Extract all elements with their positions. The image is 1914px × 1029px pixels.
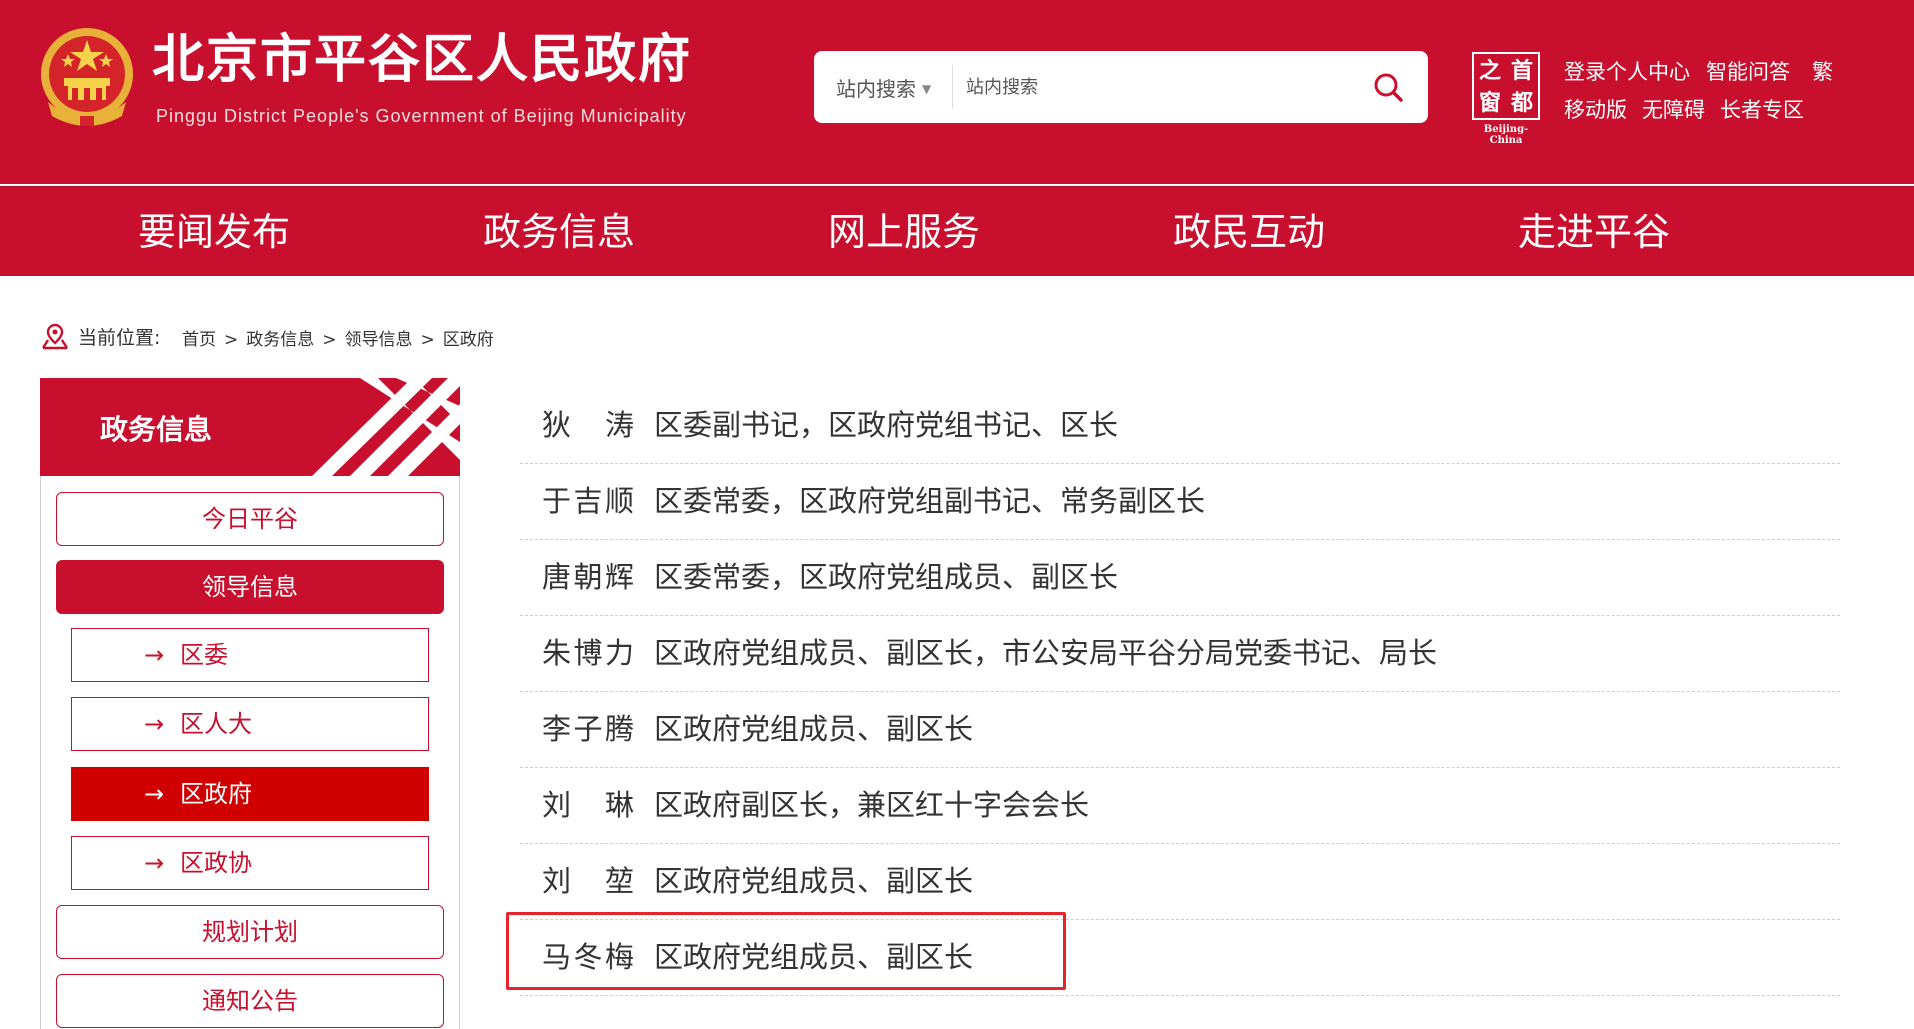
leader-row[interactable]: 刘堃 区政府党组成员、副区长 — [520, 844, 1840, 920]
capital-logo-char: 窗 — [1478, 91, 1501, 116]
main-nav: 要闻发布 政务信息 网上服务 政民互动 走进平谷 — [0, 186, 1914, 276]
location-pin-icon — [41, 323, 69, 350]
leader-title: 区委常委，区政府党组副书记、常务副区长 — [654, 484, 1206, 518]
leader-title: 区政府副区长，兼区红十字会会长 — [654, 788, 1090, 822]
leader-name: 于吉顺 — [542, 484, 634, 518]
breadcrumb-district-government[interactable]: 区政府 — [443, 330, 494, 350]
smart-qa-link[interactable]: 智能问答 — [1706, 56, 1790, 86]
breadcrumb-separator: > — [322, 330, 337, 350]
nav-item-online-services[interactable]: 网上服务 — [828, 187, 980, 277]
sidebar-subitem-district-congress[interactable]: → 区人大 — [71, 697, 429, 751]
site-title: 北京市平谷区人民政府 — [152, 30, 693, 90]
capital-logo-caption: Beijing-China — [1483, 124, 1529, 146]
breadcrumb-trail: 首页 > 政务信息 > 领导信息 > 区政府 — [182, 325, 494, 350]
accessibility-link[interactable]: 无障碍 — [1642, 94, 1705, 124]
arrow-right-icon: → — [144, 849, 165, 877]
capital-window-logo[interactable]: 之 首 窗 都 Beijing-China — [1468, 50, 1544, 146]
search-input[interactable] — [966, 65, 1346, 109]
leader-row[interactable]: 朱博力 区政府党组成员、副区长，市公安局平谷分局党委书记、局长 — [520, 616, 1840, 692]
site-subtitle: Pinggu District People's Government of B… — [156, 106, 687, 126]
sidebar-item-leader-info[interactable]: 领导信息 — [56, 560, 444, 614]
capital-logo-char: 都 — [1510, 91, 1533, 116]
leader-row[interactable]: 李子腾 区政府党组成员、副区长 — [520, 692, 1840, 768]
capital-logo-char: 之 — [1478, 59, 1501, 84]
mobile-version-link[interactable]: 移动版 — [1564, 94, 1627, 124]
sidebar-item-notices[interactable]: 通知公告 — [56, 974, 444, 1028]
leader-name: 刘堃 — [542, 864, 634, 898]
sidebar-subitem-label: 区政协 — [180, 849, 252, 877]
elderly-zone-link[interactable]: 长者专区 — [1720, 94, 1804, 124]
search-box: 站内搜索 ▼ — [814, 51, 1428, 123]
search-scope-select[interactable]: 站内搜索 ▼ — [836, 73, 931, 102]
leader-title: 区政府党组成员、副区长 — [654, 864, 974, 898]
leader-row[interactable]: 马冬梅 区政府党组成员、副区长 — [520, 920, 1840, 996]
leader-name: 狄涛 — [542, 408, 634, 442]
sidebar-subitem-label: 区人大 — [180, 710, 252, 738]
search-divider — [952, 65, 953, 109]
arrow-right-icon: → — [144, 710, 165, 738]
chevron-down-icon: ▼ — [922, 82, 932, 96]
leader-title: 区委副书记，区政府党组书记、区长 — [654, 408, 1119, 442]
national-emblem-icon — [41, 28, 133, 126]
sidebar-subitem-label: 区委 — [180, 641, 228, 669]
leader-row[interactable]: 刘琳 区政府副区长，兼区红十字会会长 — [520, 768, 1840, 844]
leader-name: 唐朝辉 — [542, 560, 634, 594]
sidebar-item-today-pinggu[interactable]: 今日平谷 — [56, 492, 444, 546]
breadcrumb-label: 当前位置: — [78, 327, 161, 349]
sidebar-subitem-district-committee[interactable]: → 区委 — [71, 628, 429, 682]
leader-title: 区委常委，区政府党组成员、副区长 — [654, 560, 1119, 594]
traditional-chinese-link[interactable]: 繁 — [1812, 56, 1833, 86]
sidebar-subitem-label: 区政府 — [180, 780, 252, 808]
login-link[interactable]: 登录个人中心 — [1564, 56, 1690, 86]
leader-title: 区政府党组成员、副区长 — [654, 712, 974, 746]
leader-name: 朱博力 — [542, 636, 634, 670]
sidebar-header: 政务信息 — [40, 378, 460, 476]
leader-row[interactable]: 唐朝辉 区委常委，区政府党组成员、副区长 — [520, 540, 1840, 616]
search-icon[interactable] — [1370, 69, 1406, 105]
sidebar-item-planning[interactable]: 规划计划 — [56, 905, 444, 959]
breadcrumb-government-info[interactable]: 政务信息 — [246, 330, 314, 350]
site-header: 北京市平谷区人民政府 Pinggu District People's Gove… — [0, 0, 1914, 184]
breadcrumb-home[interactable]: 首页 — [182, 330, 216, 350]
sidebar-title: 政务信息 — [100, 413, 213, 446]
leader-name: 李子腾 — [542, 712, 634, 746]
leader-row[interactable]: 狄涛 区委副书记，区政府党组书记、区长 — [520, 388, 1840, 464]
arrow-right-icon: → — [144, 641, 165, 669]
nav-item-news[interactable]: 要闻发布 — [138, 187, 290, 277]
breadcrumb-separator: > — [224, 330, 239, 350]
capital-logo-char: 首 — [1510, 59, 1533, 84]
nav-item-government-info[interactable]: 政务信息 — [483, 187, 635, 277]
breadcrumb-separator: > — [420, 330, 435, 350]
arrow-right-icon: → — [144, 780, 165, 808]
sidebar: 政务信息 今日平谷 领导信息 → 区委 → 区人大 → 区政府 → 区政协 规划… — [40, 378, 460, 1029]
sidebar-subitem-district-cppcc[interactable]: → 区政协 — [71, 836, 429, 890]
search-scope-label: 站内搜索 — [836, 77, 916, 101]
leader-name: 刘琳 — [542, 788, 634, 822]
leader-name: 马冬梅 — [542, 940, 634, 974]
nav-item-about-pinggu[interactable]: 走进平谷 — [1518, 187, 1670, 277]
leader-row[interactable]: 于吉顺 区委常委，区政府党组副书记、常务副区长 — [520, 464, 1840, 540]
breadcrumb-leader-info[interactable]: 领导信息 — [345, 330, 413, 350]
sidebar-subitem-district-government[interactable]: → 区政府 — [71, 767, 429, 821]
leader-title: 区政府党组成员、副区长 — [654, 940, 974, 974]
nav-item-interaction[interactable]: 政民互动 — [1173, 187, 1325, 277]
leader-title: 区政府党组成员、副区长，市公安局平谷分局党委书记、局长 — [654, 636, 1438, 670]
